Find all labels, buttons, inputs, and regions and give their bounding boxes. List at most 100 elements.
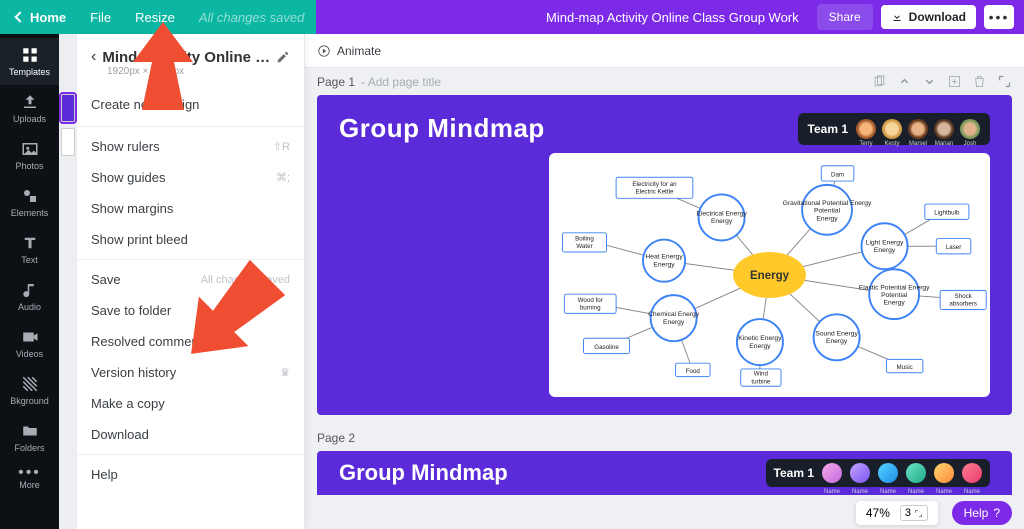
zoom-control[interactable]: 47% 3 <box>856 501 938 525</box>
sidebar-item-label: Videos <box>16 349 43 359</box>
help-button[interactable]: Help ? <box>952 501 1012 525</box>
svg-text:Energy: Energy <box>653 261 675 268</box>
elements-icon <box>21 187 39 205</box>
sidebar-item-photos[interactable]: Photos <box>0 132 59 179</box>
svg-text:Gasoline: Gasoline <box>594 344 619 351</box>
svg-text:Water: Water <box>576 243 592 250</box>
svg-text:Energy: Energy <box>874 247 896 254</box>
context-toolbar: Animate <box>305 34 1024 68</box>
avatar-placeholder <box>906 463 926 483</box>
sidebar-item-label: Text <box>21 255 38 265</box>
sidebar-item-templates[interactable]: Templates <box>0 38 59 85</box>
svg-text:Energy: Energy <box>884 300 906 307</box>
avatar: Marian <box>934 119 954 139</box>
expand-icon <box>914 509 923 518</box>
menu-show-print-bleed[interactable]: Show print bleed <box>77 224 304 255</box>
slide-2[interactable]: Group Mindmap Team 1 Name Name Name Name… <box>317 451 1012 495</box>
avatar: Terry <box>856 119 876 139</box>
tutorial-arrow-file <box>118 22 208 112</box>
expand-down-icon[interactable] <box>922 74 937 89</box>
sidebar-item-uploads[interactable]: Uploads <box>0 85 59 132</box>
add-page-icon[interactable] <box>947 74 962 89</box>
avatar: Kesty <box>882 119 902 139</box>
svg-text:Lightbulb: Lightbulb <box>934 210 960 217</box>
svg-text:Shock: Shock <box>955 293 973 300</box>
text-icon <box>21 234 39 252</box>
delete-page-icon[interactable] <box>972 74 987 89</box>
page-thumbnail-2[interactable] <box>61 128 75 156</box>
svg-text:Energy: Energy <box>711 218 733 225</box>
sidebar-item-label: Audio <box>18 302 41 312</box>
sidebar-item-label: Uploads <box>13 114 46 124</box>
avatar-placeholder <box>878 463 898 483</box>
sidebar-item-text[interactable]: Text <box>0 226 59 273</box>
svg-text:Electrical Energy: Electrical Energy <box>696 211 747 218</box>
download-button[interactable]: Download <box>881 5 976 29</box>
slide-1[interactable]: Group Mindmap Team 1 Terry Kesty Marsel … <box>317 95 1012 415</box>
svg-text:Kinetic Energy: Kinetic Energy <box>738 335 782 342</box>
menu-show-margins[interactable]: Show margins <box>77 193 304 224</box>
panel-back-button[interactable]: ‹ <box>91 48 96 66</box>
svg-text:absorbers: absorbers <box>949 301 977 308</box>
svg-text:Electricity for an: Electricity for an <box>632 181 677 188</box>
home-label: Home <box>30 10 66 25</box>
download-label: Download <box>909 10 966 24</box>
page-thumbnails <box>59 34 77 529</box>
sidebar-item-label: Templates <box>9 67 50 77</box>
svg-text:Gravitational Potential Energy: Gravitational Potential Energy <box>783 200 872 207</box>
fullscreen-icon[interactable] <box>997 74 1012 89</box>
videos-icon <box>21 328 39 346</box>
page-2-label: Page 2 <box>317 431 355 445</box>
share-button[interactable]: Share <box>817 4 873 30</box>
svg-text:Dam: Dam <box>831 171 844 178</box>
home-button[interactable]: Home <box>4 0 78 34</box>
menu-show-rulers[interactable]: Show rulers⇧R <box>77 131 304 162</box>
sidebar-item-label: Folders <box>14 443 44 453</box>
page-thumbnail-1[interactable] <box>61 94 75 122</box>
menu-help[interactable]: Help <box>77 459 304 490</box>
animate-button[interactable]: Animate <box>317 44 381 58</box>
menu-download[interactable]: Download <box>77 419 304 450</box>
team-label: Team 1 <box>774 466 814 480</box>
audio-icon <box>21 281 39 299</box>
pencil-icon[interactable] <box>276 50 290 64</box>
menu-show-guides[interactable]: Show guides⌘; <box>77 162 304 193</box>
avatar-placeholder <box>962 463 982 483</box>
menu-make-copy[interactable]: Make a copy <box>77 388 304 419</box>
svg-text:Potential: Potential <box>814 208 841 215</box>
animate-icon <box>317 44 331 58</box>
file-menu-button[interactable]: File <box>78 0 123 34</box>
svg-text:Energy: Energy <box>663 319 685 326</box>
svg-text:Laser: Laser <box>946 244 962 251</box>
svg-text:Energy: Energy <box>749 343 771 350</box>
avatar-placeholder <box>822 463 842 483</box>
question-icon: ? <box>993 506 1000 520</box>
page-1-header: Page 1 - Add page title <box>305 68 1024 95</box>
sidebar-item-videos[interactable]: Videos <box>0 320 59 367</box>
page-counter[interactable]: 3 <box>900 505 928 521</box>
document-title[interactable]: Mind-map Activity Online Class Group Wor… <box>334 10 808 25</box>
sidebar-item-background[interactable]: Bkground <box>0 367 59 414</box>
svg-text:Potential: Potential <box>881 292 908 299</box>
svg-text:Sound Energy: Sound Energy <box>815 330 858 337</box>
download-icon <box>891 11 903 23</box>
mind-center: Energy <box>750 270 790 282</box>
page-1-label: Page 1 <box>317 75 355 89</box>
chevron-left-icon <box>14 11 25 22</box>
sidebar-item-elements[interactable]: Elements <box>0 179 59 226</box>
sidebar-item-audio[interactable]: Audio <box>0 273 59 320</box>
avatar-placeholder <box>934 463 954 483</box>
sidebar-item-folders[interactable]: Folders <box>0 414 59 461</box>
sidebar-item-more[interactable]: ••• More <box>0 461 59 498</box>
sidebar-item-label: Photos <box>15 161 43 171</box>
animate-label: Animate <box>337 44 381 58</box>
collapse-up-icon[interactable] <box>897 74 912 89</box>
team-label: Team 1 <box>808 122 848 136</box>
page-title-placeholder[interactable]: - Add page title <box>361 75 441 89</box>
tutorial-arrow-make-copy <box>175 260 285 370</box>
more-menu-button[interactable]: ••• <box>984 5 1014 29</box>
svg-text:Wind: Wind <box>754 371 769 378</box>
svg-text:Chemical Energy: Chemical Energy <box>648 311 700 318</box>
duplicate-page-icon[interactable] <box>872 74 887 89</box>
svg-text:turbine: turbine <box>751 378 771 385</box>
